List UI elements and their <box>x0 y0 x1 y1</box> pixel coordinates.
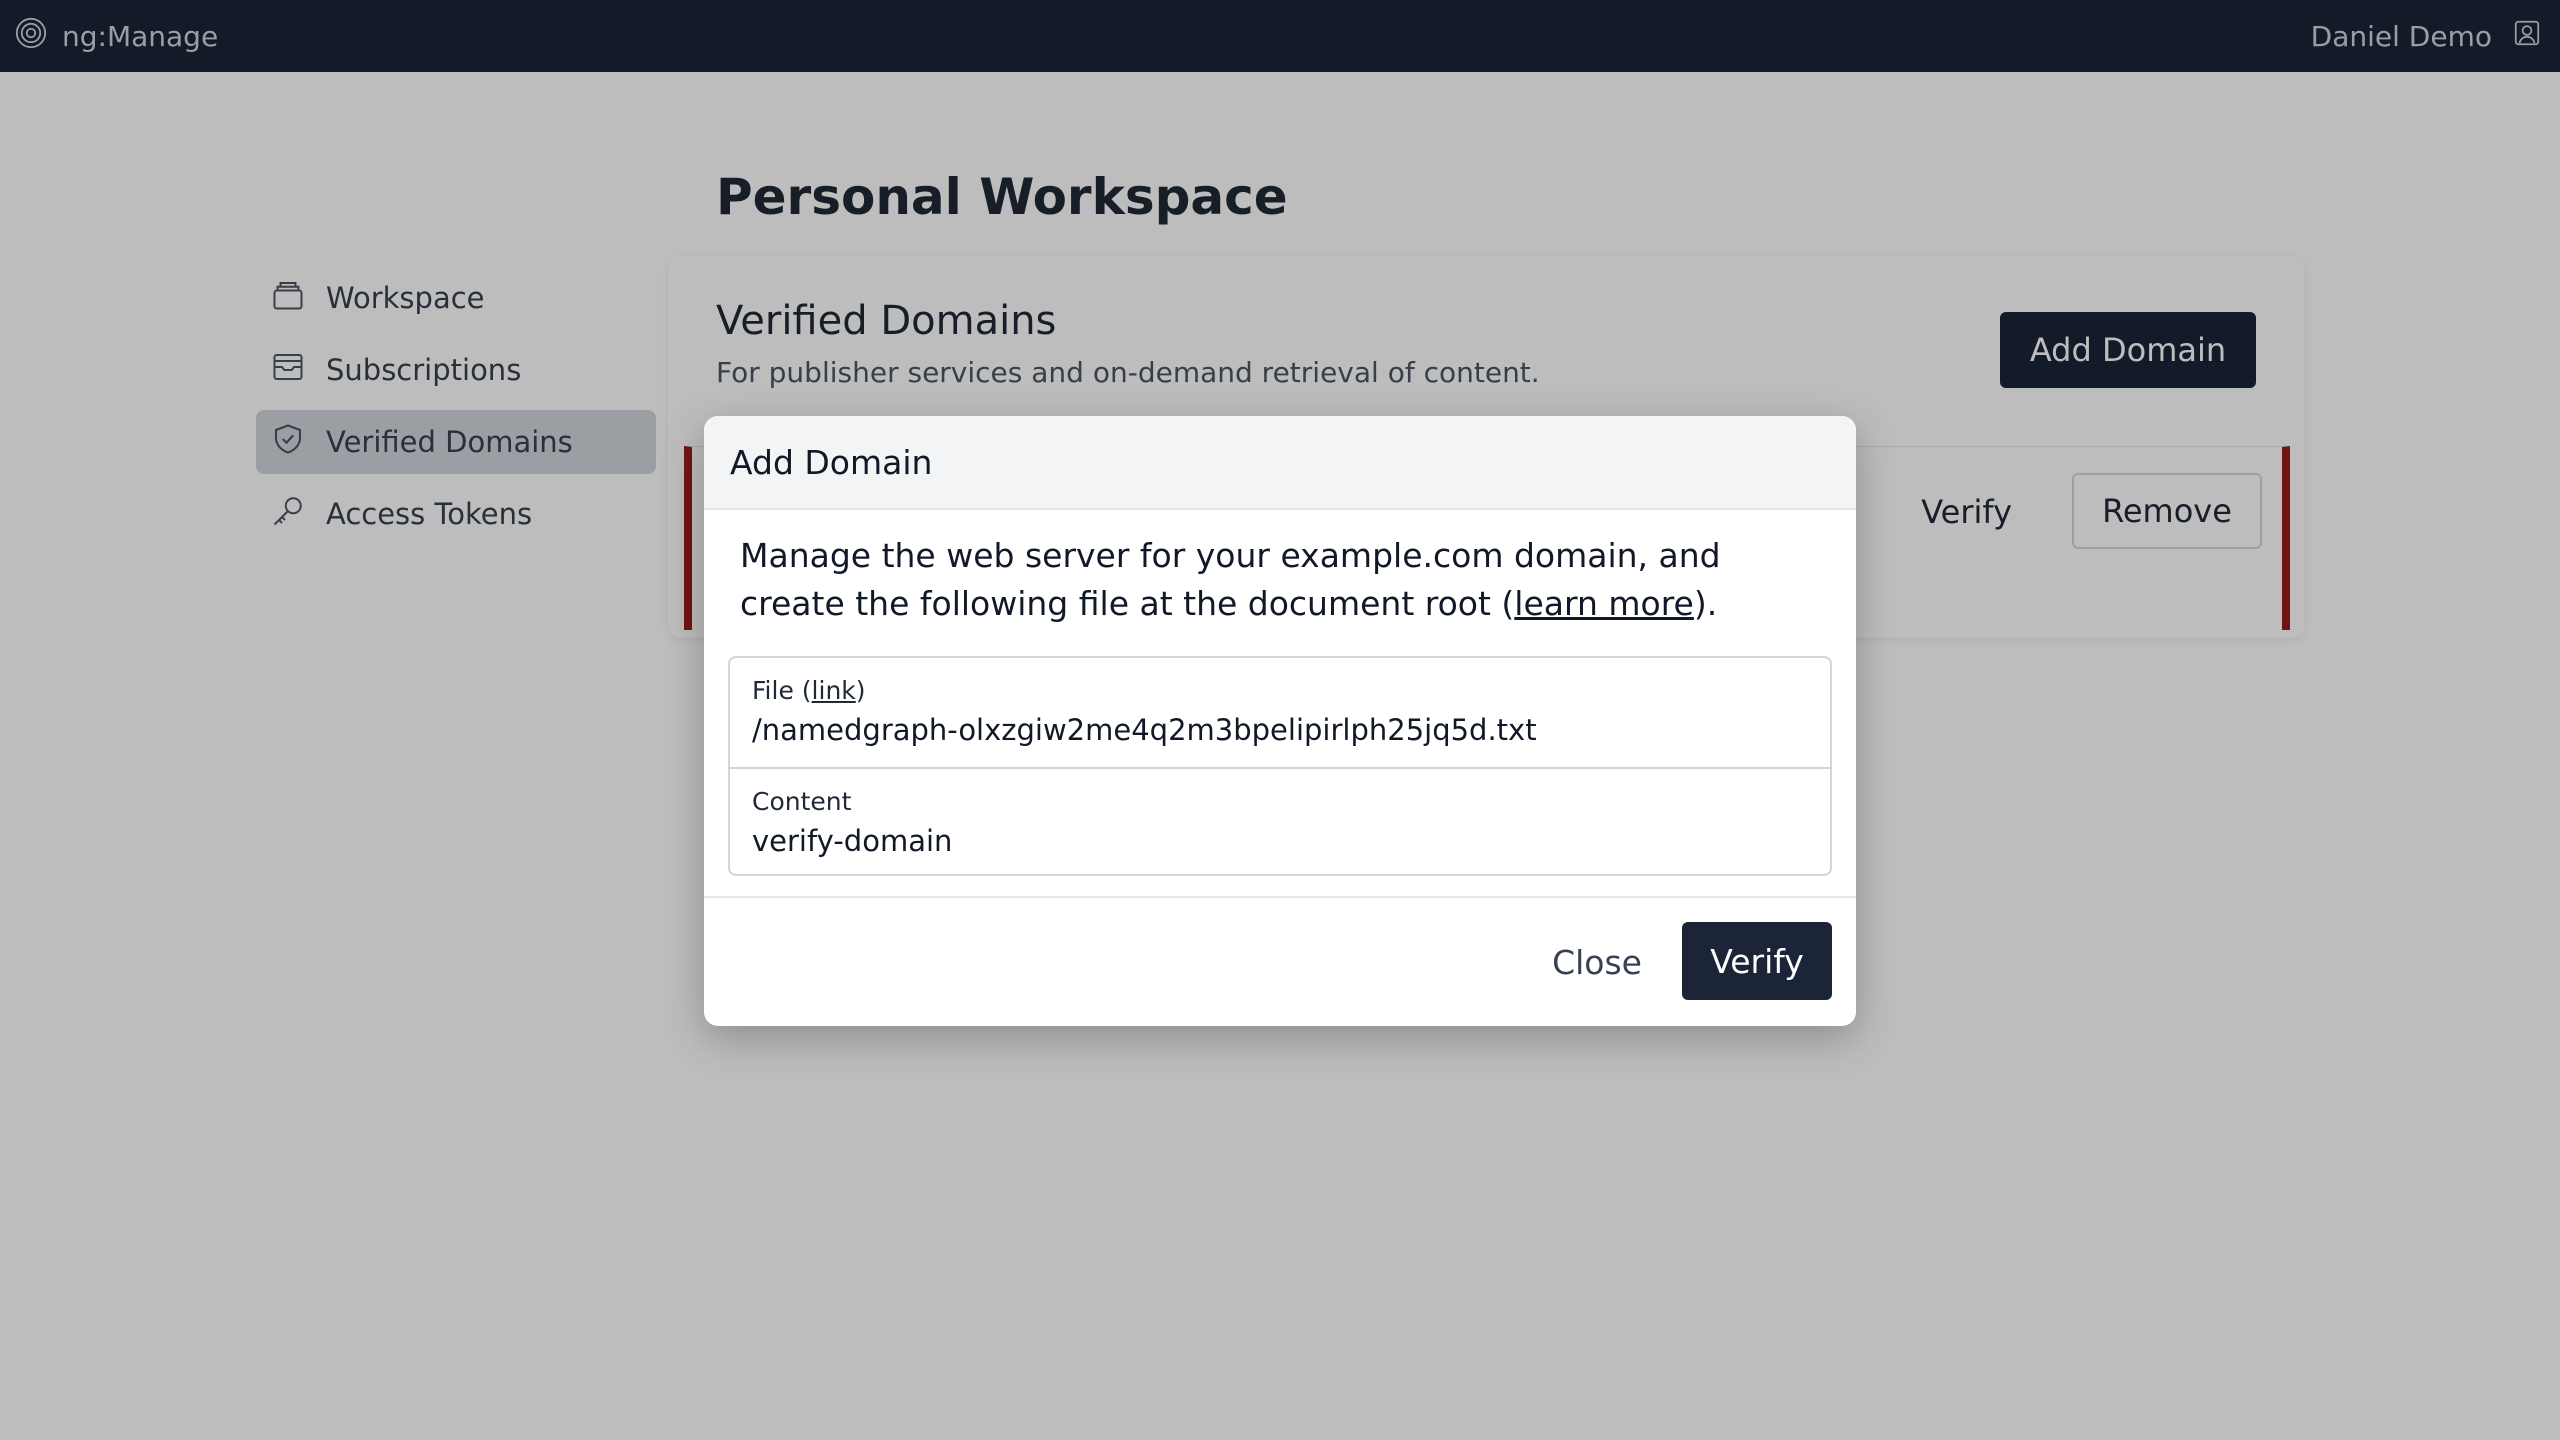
file-link[interactable]: link <box>812 676 856 705</box>
file-label: File (link) <box>752 676 1808 705</box>
modal-title: Add Domain <box>730 442 933 482</box>
modal-footer: Close Verify <box>704 898 1856 1024</box>
modal-instructions: Manage the web server for your example.c… <box>740 532 1820 628</box>
content-field: Content verify-domain <box>730 767 1830 876</box>
file-label-text: File ( <box>752 676 812 705</box>
file-path: /namedgraph-olxzgiw2me4q2m3bpelipirlph25… <box>752 713 1537 747</box>
verification-fields: File (link) /namedgraph-olxzgiw2me4q2m3b… <box>728 656 1832 876</box>
close-button[interactable]: Close <box>1528 924 1666 1000</box>
add-domain-modal: Add Domain Manage the web server for you… <box>704 416 1856 1026</box>
content-value: verify-domain <box>752 824 953 858</box>
instructions-end: ). <box>1693 584 1718 623</box>
verify-button[interactable]: Verify <box>1682 922 1832 1000</box>
file-label-end: ) <box>855 676 866 705</box>
learn-more-link[interactable]: learn more <box>1514 584 1694 623</box>
modal-header: Add Domain <box>704 416 1856 510</box>
content-label: Content <box>752 787 852 816</box>
modal-body: Manage the web server for your example.c… <box>704 510 1856 898</box>
file-field: File (link) /namedgraph-olxzgiw2me4q2m3b… <box>730 658 1830 767</box>
